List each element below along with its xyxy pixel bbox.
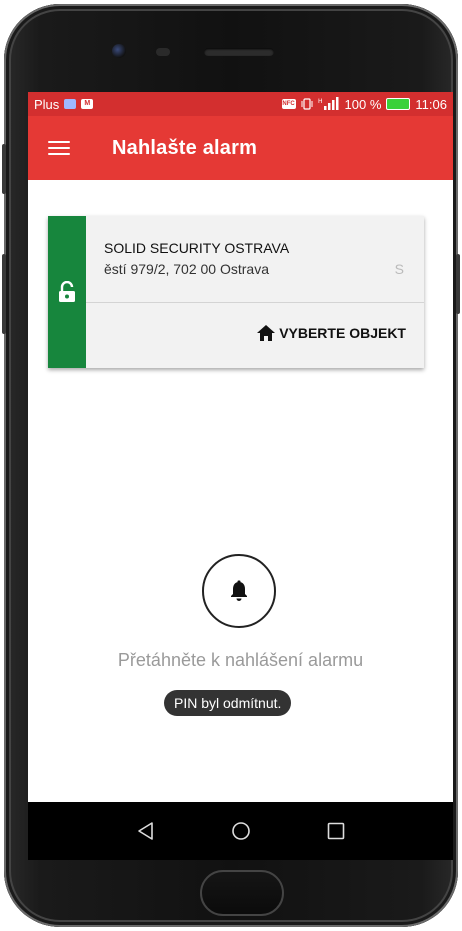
side-button-right xyxy=(456,254,460,314)
home-icon xyxy=(257,325,276,341)
carrier-label: Plus xyxy=(34,96,60,112)
toast-message: PIN byl odmítnut. xyxy=(164,690,292,716)
svg-text:H: H xyxy=(318,98,323,105)
nav-home-button[interactable] xyxy=(226,816,256,846)
object-address-overflow: S xyxy=(394,261,404,277)
select-object-button[interactable]: VYBERTE OBJEKT xyxy=(256,324,406,342)
object-address-text: ěstí 979/2, 702 00 Ostrava xyxy=(104,261,269,277)
object-card-body: SOLID SECURITY OSTRAVA ěstí 979/2, 702 0… xyxy=(86,216,424,368)
alarm-slider-handle[interactable] xyxy=(202,554,276,628)
gallery-icon xyxy=(64,99,77,109)
bell-icon xyxy=(231,580,247,601)
object-card[interactable]: SOLID SECURITY OSTRAVA ěstí 979/2, 702 0… xyxy=(48,216,424,368)
nfc-icon: NFC xyxy=(281,99,296,109)
object-status-stripe xyxy=(48,216,86,368)
signal-icon: H xyxy=(318,97,339,110)
clock: 11:06 xyxy=(415,96,447,112)
nav-recents-button[interactable] xyxy=(321,816,351,846)
proximity-sensor xyxy=(156,48,170,56)
alarm-hint-text: Přetáhněte k nahlášení alarmu xyxy=(117,650,364,670)
unlock-icon xyxy=(59,281,75,302)
home-circle-icon xyxy=(231,822,250,840)
earpiece-speaker xyxy=(204,48,274,56)
select-object-label: VYBERTE OBJEKT xyxy=(279,325,406,341)
nav-back-button[interactable] xyxy=(131,816,161,846)
card-divider xyxy=(86,302,424,303)
system-nav-bar xyxy=(28,802,453,860)
battery-icon xyxy=(386,98,411,110)
hamburger-menu-icon[interactable] xyxy=(48,137,70,159)
back-triangle-icon xyxy=(137,822,153,840)
status-bar: Plus M NFC H 100 % 11:06 xyxy=(28,92,453,116)
hardware-home-key[interactable] xyxy=(200,870,284,916)
side-button-left-lower xyxy=(2,254,6,334)
app-bar: Nahlašte alarm xyxy=(28,116,453,180)
side-button-left xyxy=(2,144,6,194)
page-title: Nahlašte alarm xyxy=(112,136,258,159)
screen: Plus M NFC H 100 % 11:06 Nahlašte alarm … xyxy=(28,92,453,860)
object-name: SOLID SECURITY OSTRAVA xyxy=(104,240,290,256)
vibrate-icon xyxy=(301,98,313,110)
front-camera xyxy=(112,44,126,58)
recents-square-icon xyxy=(327,822,344,840)
object-address: ěstí 979/2, 702 00 Ostrava S xyxy=(104,261,424,277)
news-icon: M xyxy=(81,99,94,109)
battery-percent: 100 % xyxy=(344,96,382,112)
